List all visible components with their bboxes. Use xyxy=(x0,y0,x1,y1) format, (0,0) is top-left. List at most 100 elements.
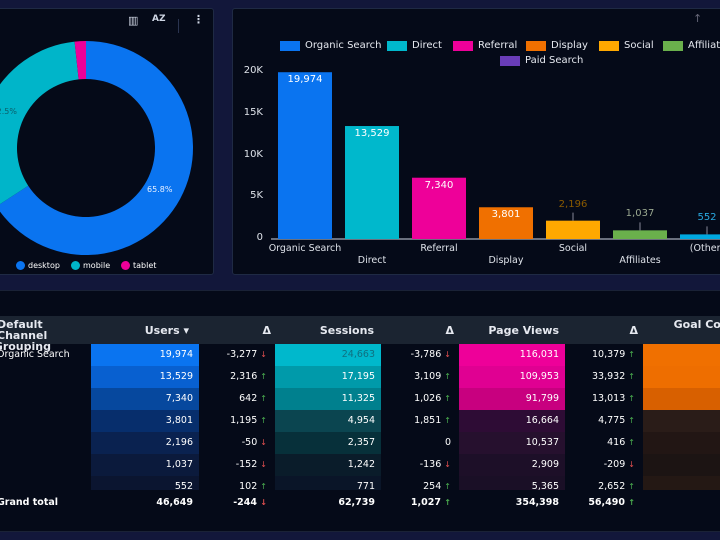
delta-value: -50 xyxy=(241,437,258,448)
delta-value: -244 xyxy=(233,497,257,508)
data-label: 552 xyxy=(697,212,717,224)
arrow-up-icon: ↑ xyxy=(628,350,635,359)
delta-value: 254 xyxy=(423,481,442,490)
header-delta-sessions[interactable]: Δ xyxy=(377,324,454,337)
arrow-up-icon: ↑ xyxy=(628,482,635,490)
slice-label-mobile-visible: 2.5% xyxy=(0,107,17,116)
cell-channel xyxy=(0,388,87,410)
arrow-up-icon: ↑ xyxy=(444,498,451,507)
cell-sessions: 2,357 xyxy=(275,432,381,454)
data-label: 19,974 xyxy=(287,74,323,86)
cell-goal: 9 xyxy=(643,492,720,514)
delta-value: 4,775 xyxy=(598,415,626,426)
arrow-down-icon: ↓ xyxy=(260,438,267,447)
header-users[interactable]: Users ▾ xyxy=(97,324,189,337)
cell-sessions: 771 xyxy=(275,476,381,490)
bar-(Other)[interactable] xyxy=(680,234,720,239)
x-tick: Display xyxy=(488,255,524,266)
cell-sessions: 1,242 xyxy=(275,454,381,476)
x-tick: Affiliates xyxy=(619,255,661,266)
x-tick: Social xyxy=(558,243,588,254)
cell-pv: 16,664 xyxy=(459,410,565,432)
cell-delta: 3,109 ↑ xyxy=(379,366,451,388)
cell-delta: 1,026 ↑ xyxy=(379,388,451,410)
legend-dot xyxy=(121,261,130,270)
legend-label: desktop xyxy=(28,261,60,270)
legend-mobile[interactable]: mobile xyxy=(71,261,110,270)
y-tick: 5K xyxy=(250,190,263,202)
cell-sessions: 24,663 xyxy=(275,344,381,366)
cell-users: 13,529 xyxy=(91,366,199,388)
arrow-down-icon: ↓ xyxy=(444,460,451,469)
cell-delta: 254 ↑ xyxy=(379,476,451,490)
y-tick: 15K xyxy=(243,106,263,118)
cell-delta: 1,195 ↑ xyxy=(195,410,267,432)
arrow-up-icon: ↑ xyxy=(628,394,635,403)
arrow-down-icon: ↓ xyxy=(260,460,267,469)
cell-sessions: 62,739 xyxy=(338,497,375,508)
legend-desktop[interactable]: desktop xyxy=(16,261,60,270)
header-delta-pageviews[interactable]: Δ xyxy=(563,324,638,337)
cell-pv: 5,365 xyxy=(459,476,565,490)
header-delta-users[interactable]: Δ xyxy=(197,324,271,337)
data-label: 3,801 xyxy=(491,209,521,221)
delta-value: 1,026 xyxy=(414,393,442,404)
cell-users: 552 xyxy=(91,476,199,490)
cell-goal: 2 xyxy=(643,388,720,410)
cell-users: 19,974 xyxy=(91,344,199,366)
x-tick: Direct xyxy=(357,255,387,266)
arrow-up-icon: ↑ xyxy=(444,416,451,425)
header-pageviews[interactable]: Page Views xyxy=(457,324,559,337)
cell-delta: 10,379 ↑ xyxy=(563,344,635,366)
delta-value: -136 xyxy=(419,459,442,470)
cell-delta: 416 ↑ xyxy=(563,432,635,454)
arrow-up-icon: ↑ xyxy=(260,372,267,381)
arrow-up-icon: ↑ xyxy=(444,482,451,490)
header-goal[interactable]: Goal Completions xyxy=(673,319,720,331)
delta-value: 1,027 xyxy=(410,497,441,508)
cell-pv: 10,537 xyxy=(459,432,565,454)
x-tick: Referral xyxy=(420,243,458,254)
delta-value: 1,851 xyxy=(414,415,442,426)
legend-tablet[interactable]: tablet xyxy=(121,261,156,270)
bar-Affiliates[interactable] xyxy=(613,230,667,239)
cell-delta: 1,027 ↑ xyxy=(379,492,451,514)
cell-delta: -50 ↓ xyxy=(195,432,267,454)
arrow-up-icon: ↑ xyxy=(444,394,451,403)
cell-sessions: 4,954 xyxy=(275,410,381,432)
donut-slice-mobile[interactable] xyxy=(0,41,79,207)
data-label: 7,340 xyxy=(424,179,454,191)
cell-goal xyxy=(643,476,720,490)
arrow-down-icon: ↓ xyxy=(260,350,267,359)
arrow-down-icon: ↓ xyxy=(260,498,267,507)
cell-delta: -3,277 ↓ xyxy=(195,344,267,366)
delta-value: 416 xyxy=(607,437,626,448)
bar-Direct[interactable] xyxy=(345,126,399,239)
cell-pv: 2,909 xyxy=(459,454,565,476)
cell-users: 2,196 xyxy=(91,432,199,454)
header-sessions[interactable]: Sessions xyxy=(277,324,374,337)
delta-value: -209 xyxy=(603,459,626,470)
arrow-up-icon: ↑ xyxy=(628,416,635,425)
device-donut-panel: ▥ AZ ⋮ 65.8%32.5%2.5% desktop mobile tab… xyxy=(0,8,214,275)
y-tick: 0 xyxy=(256,232,263,243)
bar-Organic Search[interactable] xyxy=(278,72,332,239)
arrow-up-icon: ↑ xyxy=(444,372,451,381)
cell-channel: Grand total xyxy=(0,497,59,508)
cell-delta: 0 xyxy=(379,432,451,454)
delta-value: -152 xyxy=(235,459,258,470)
slice-label-desktop: 65.8% xyxy=(147,185,173,194)
cell-pv: 109,953 xyxy=(459,366,565,388)
x-tick: Organic Search xyxy=(268,243,342,254)
data-label: 13,529 xyxy=(354,128,390,140)
cell-delta: -244 ↓ xyxy=(195,492,267,514)
delta-value: -3,786 xyxy=(410,349,442,360)
cell-channel xyxy=(0,454,87,476)
cell-users: 46,649 xyxy=(156,497,193,508)
delta-value: 13,013 xyxy=(592,393,626,404)
delta-value: 33,932 xyxy=(592,371,626,382)
bar-Social[interactable] xyxy=(546,220,600,239)
cell-delta: 33,932 ↑ xyxy=(563,366,635,388)
channel-table: Default Channel Grouping Users ▾ Δ Sessi… xyxy=(0,290,720,532)
delta-value: 56,490 xyxy=(588,497,625,508)
